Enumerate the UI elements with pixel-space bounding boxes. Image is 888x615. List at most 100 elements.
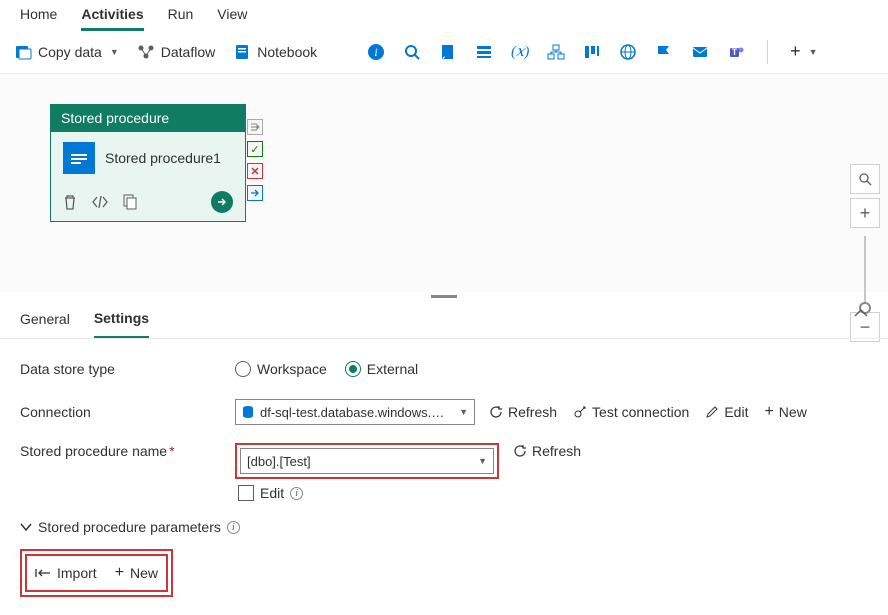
activity-name: Stored procedure1: [105, 150, 221, 166]
dataflow-label: Dataflow: [161, 44, 215, 60]
test-connection-label: Test connection: [592, 404, 689, 420]
tab-settings[interactable]: Settings: [94, 310, 149, 338]
refresh-label: Refresh: [532, 443, 581, 459]
toolbar-separator: [767, 40, 768, 64]
activity-type-label: Stored procedure: [51, 105, 245, 132]
flag-icon[interactable]: [655, 43, 673, 61]
edit-checkbox-label: Edit: [260, 485, 284, 501]
tab-view[interactable]: View: [217, 4, 247, 28]
connection-label: Connection: [20, 404, 235, 420]
refresh-icon: [513, 444, 527, 458]
workspace-radio[interactable]: Workspace: [235, 361, 327, 377]
chevron-down-icon: ▼: [809, 47, 818, 57]
settings-form: Data store type Workspace External Conne…: [0, 339, 888, 615]
hierarchy-icon[interactable]: [547, 43, 565, 61]
ribbon-tabs: Home Activities Run View: [0, 0, 888, 30]
tab-general[interactable]: General: [20, 311, 70, 337]
chevron-down-icon: ▼: [110, 47, 119, 57]
notebook-button[interactable]: Notebook: [233, 43, 317, 61]
variable-icon[interactable]: (𝑥): [511, 43, 529, 61]
chevron-down-icon: ▼: [478, 456, 487, 466]
script-icon[interactable]: [439, 43, 457, 61]
pipeline-canvas[interactable]: Stored procedure Stored procedure1 ✓ ✕ +…: [0, 74, 888, 292]
refresh-connection-button[interactable]: Refresh: [489, 404, 557, 420]
chevron-down-icon: ▼: [459, 407, 468, 417]
notebook-icon: [233, 43, 251, 61]
connection-value: df-sql-test.database.windows.net;tes...: [260, 405, 451, 420]
completion-output-icon[interactable]: [247, 185, 263, 201]
tab-run[interactable]: Run: [168, 4, 194, 28]
zoom-slider[interactable]: [864, 236, 866, 308]
external-radio-label: External: [367, 361, 418, 377]
sp-parameters-label: Stored procedure parameters: [38, 519, 221, 535]
radio-icon: [235, 361, 251, 377]
edit-connection-button[interactable]: Edit: [705, 404, 748, 420]
chevron-down-icon: [20, 522, 32, 532]
stored-procedure-icon: [63, 142, 95, 174]
dataflow-button[interactable]: Dataflow: [137, 43, 215, 61]
info-icon[interactable]: i: [227, 521, 240, 534]
highlight-box: [dbo].[Test] ▼: [235, 443, 499, 479]
sp-parameters-section[interactable]: Stored procedure parameters i: [20, 519, 868, 535]
run-activity-button[interactable]: [211, 191, 233, 213]
test-connection-icon: [573, 405, 587, 419]
notebook-label: Notebook: [257, 44, 317, 60]
sp-name-label: Stored procedure name*: [20, 443, 235, 459]
zoom-in-button[interactable]: +: [850, 198, 880, 228]
collapse-panel-icon[interactable]: [854, 308, 868, 318]
tab-activities[interactable]: Activities: [81, 4, 143, 31]
svg-text:i: i: [374, 45, 377, 59]
copy-icon[interactable]: [123, 194, 137, 210]
plus-icon: +: [115, 564, 124, 582]
import-icon: [35, 567, 51, 579]
workspace-radio-label: Workspace: [257, 361, 327, 377]
refresh-label: Refresh: [508, 404, 557, 420]
code-icon[interactable]: [91, 195, 109, 209]
connection-dropdown[interactable]: df-sql-test.database.windows.net;tes... …: [235, 399, 475, 425]
info-icon[interactable]: i: [290, 487, 303, 500]
list-icon[interactable]: [475, 43, 493, 61]
search-icon[interactable]: [403, 43, 421, 61]
success-output-icon[interactable]: ✓: [247, 141, 263, 157]
new-connection-button[interactable]: + New: [764, 403, 806, 421]
delete-icon[interactable]: [63, 194, 77, 210]
info-icon[interactable]: i: [367, 43, 385, 61]
new-label: New: [130, 565, 158, 581]
new-label: New: [779, 404, 807, 420]
plus-icon: +: [764, 403, 773, 421]
copy-data-label: Copy data: [38, 44, 102, 60]
globe-icon[interactable]: [619, 43, 637, 61]
output-handle-icon[interactable]: [247, 119, 263, 135]
tab-home[interactable]: Home: [20, 4, 57, 28]
edit-checkbox[interactable]: [238, 485, 254, 501]
test-connection-button[interactable]: Test connection: [573, 404, 689, 420]
mail-icon[interactable]: [691, 43, 709, 61]
svg-text:T: T: [732, 47, 738, 57]
plus-icon: +: [790, 41, 801, 62]
properties-tabs: General Settings: [0, 300, 888, 339]
toolbar: Copy data ▼ Dataflow Notebook i (𝑥) T + …: [0, 30, 888, 74]
teams-icon[interactable]: T: [727, 43, 745, 61]
pencil-icon: [705, 405, 719, 419]
copy-data-icon: [14, 43, 32, 61]
panel-resize-handle[interactable]: [0, 292, 888, 300]
add-button[interactable]: + ▼: [790, 41, 817, 62]
highlight-box: Import + New: [20, 549, 173, 597]
copy-data-button[interactable]: Copy data ▼: [14, 43, 119, 61]
data-store-type-label: Data store type: [20, 361, 235, 377]
activity-card[interactable]: Stored procedure Stored procedure1: [50, 104, 246, 222]
refresh-icon: [489, 405, 503, 419]
new-parameter-button[interactable]: + New: [115, 564, 158, 582]
sp-name-dropdown[interactable]: [dbo].[Test] ▼: [240, 448, 494, 474]
kanban-icon[interactable]: [583, 43, 601, 61]
activity-outputs: ✓ ✕: [247, 119, 263, 201]
database-icon: [242, 405, 254, 419]
failure-output-icon[interactable]: ✕: [247, 163, 263, 179]
sp-name-value: [dbo].[Test]: [247, 454, 470, 469]
refresh-sp-button[interactable]: Refresh: [513, 443, 581, 459]
canvas-search-button[interactable]: [850, 164, 880, 194]
import-label: Import: [57, 565, 97, 581]
radio-icon: [345, 361, 361, 377]
external-radio[interactable]: External: [345, 361, 418, 377]
import-parameters-button[interactable]: Import: [35, 564, 97, 582]
